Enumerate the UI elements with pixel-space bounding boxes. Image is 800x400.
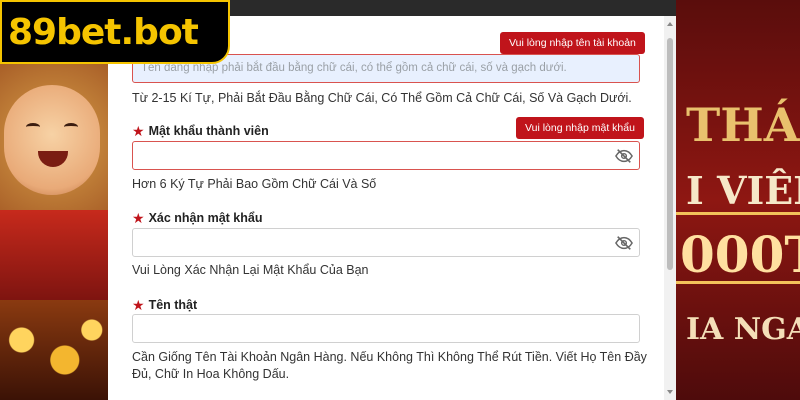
confirm-password-label-text: Xác nhận mật khẩu [148,211,263,225]
real-name-help-text: Cần Giống Tên Tài Khoản Ngân Hàng. Nếu K… [132,350,647,381]
confirm-password-input[interactable] [132,228,640,257]
username-error-tooltip: Vui lòng nhập tên tài khoản [500,32,645,54]
promo-text: 000TY [680,225,800,284]
mascot-eye [26,123,40,131]
gold-coins [0,300,108,400]
brand-logo-text: 89bet.bot [8,11,199,53]
scrollbar-thumb[interactable] [667,38,673,270]
eye-slash-icon[interactable] [615,235,633,251]
scroll-down-arrow-icon[interactable] [667,390,673,394]
promo-text: THÁ [686,98,800,152]
brand-logo: 89bet.bot [0,0,230,64]
password-label: ★ Mật khẩu thành viên [132,124,269,138]
mascot-eye [64,123,78,131]
promo-text: I VIÊN [686,168,800,213]
registration-modal: Vui lòng nhập tên tài khoản Tên đăng nhậ… [108,16,676,400]
confirm-password-help-text: Vui Lòng Xác Nhận Lại Mật Khẩu Của Bạn [132,263,369,277]
modal-scrollbar[interactable] [664,16,676,400]
password-help-text: Hơn 6 Ký Tự Phải Bao Gồm Chữ Cái Và Số [132,177,377,191]
eye-slash-icon[interactable] [615,148,633,164]
required-star-icon: ★ [132,210,145,226]
scroll-up-arrow-icon[interactable] [667,22,673,26]
password-label-text: Mật khẩu thành viên [148,124,269,138]
username-help-text: Từ 2-15 Kí Tự, Phải Bắt Đầu Bằng Chữ Cái… [132,91,632,105]
real-name-label: ★ Tên thật [132,298,197,312]
required-star-icon: ★ [132,123,145,139]
required-star-icon: ★ [132,297,145,313]
background-promo-right: THÁ I VIÊN 000TY IA NGAY [676,0,800,400]
real-name-input[interactable] [132,314,640,343]
real-name-label-text: Tên thật [148,298,198,312]
mascot-mouth [38,151,68,167]
password-error-tooltip: Vui lòng nhập mật khẩu [516,117,644,139]
promo-text: IA NGAY [686,312,800,347]
mascot-face [4,85,100,195]
confirm-password-label: ★ Xác nhận mật khẩu [132,211,263,225]
password-input[interactable] [132,141,640,170]
mascot-robe [0,210,108,300]
